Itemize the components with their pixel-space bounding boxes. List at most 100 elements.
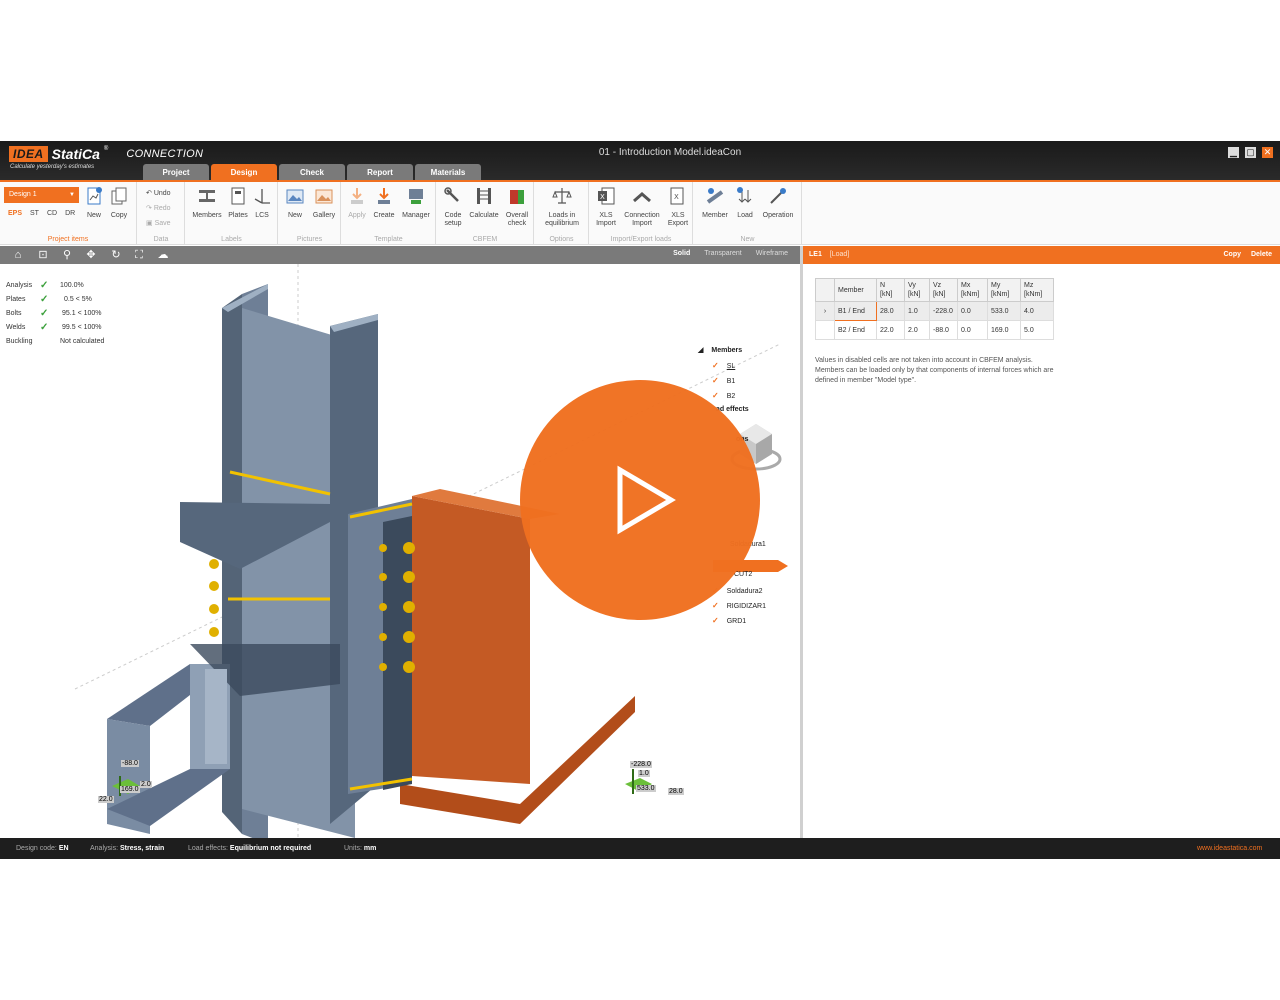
table-cell[interactable]: 4.0 — [1020, 301, 1054, 321]
row-expand-cell[interactable] — [815, 320, 835, 340]
overall-check-button[interactable]: Overall check — [503, 186, 531, 228]
video-play-button[interactable] — [520, 380, 760, 620]
column-header-vz: Vz — [933, 282, 942, 289]
redo-button[interactable]: ↷ Redo — [146, 204, 171, 212]
home-icon[interactable]: ⌂ — [12, 249, 24, 261]
new-load-button[interactable]: Load — [734, 186, 756, 220]
redo-icon: ↷ — [146, 205, 154, 212]
loads-equilibrium-label-1: Loads in — [548, 212, 576, 219]
status-value: EN — [58, 845, 69, 852]
connection-import-icon — [633, 192, 651, 203]
loads-in-equilibrium-button[interactable]: Loads in equilibrium — [538, 186, 586, 228]
table-cell[interactable]: 2.0 — [904, 320, 930, 340]
minimize-button[interactable]: ▁ — [1228, 147, 1239, 158]
table-cell[interactable]: 0.0 — [957, 301, 988, 321]
checkbox-checked-icon[interactable]: ✓ — [712, 361, 719, 370]
close-button[interactable]: ✕ — [1262, 147, 1273, 158]
design-select[interactable]: Design 1 ▼ — [4, 187, 79, 203]
xls-export-button[interactable]: X XLS Export — [665, 186, 691, 228]
ribbon-group-options: Loads in equilibrium Options — [535, 182, 589, 245]
copy-design-button[interactable]: Copy — [108, 186, 130, 220]
table-cell[interactable]: 22.0 — [876, 320, 905, 340]
table-row[interactable]: B2 / End 22.0 2.0 -88.0 0.0 169.0 5.0 — [815, 320, 1054, 340]
table-cell[interactable]: 169.0 — [987, 320, 1021, 340]
picture-new-icon — [286, 189, 304, 204]
svg-text:X: X — [600, 193, 605, 201]
view-modes: Solid Transparent Wireframe — [673, 250, 788, 257]
table-cell[interactable]: 1.0 — [904, 301, 930, 321]
table-row[interactable]: › B1 / End 28.0 1.0 -228.0 0.0 533.0 4.0 — [815, 301, 1054, 321]
result-row-welds: Welds ✓ 99.5 < 100% — [6, 320, 140, 334]
column-header-member: Member — [838, 286, 864, 294]
fit-view-icon[interactable]: ⛶ — [133, 249, 145, 261]
table-cell[interactable]: -88.0 — [929, 320, 958, 340]
pan-icon[interactable]: ✥ — [85, 249, 97, 261]
status-value: mm — [363, 845, 377, 852]
apply-template-button[interactable]: Apply — [345, 186, 369, 220]
phase-eps[interactable]: EPS — [8, 210, 22, 217]
plates-label-button[interactable]: Plates — [226, 186, 250, 220]
row-expand-icon[interactable]: › — [815, 301, 835, 321]
code-setup-button[interactable]: Code setup — [441, 186, 465, 228]
connection-import-button[interactable]: Connection Import — [620, 186, 664, 228]
status-design-code: Design code: EN — [16, 838, 69, 859]
rotate-icon[interactable]: ↻ — [110, 249, 122, 261]
force-label: 2.0 — [140, 781, 152, 788]
panel-delete-button[interactable]: Delete — [1251, 246, 1272, 264]
zoom-window-icon[interactable]: ⊡ — [37, 249, 49, 261]
website-link[interactable]: www.ideastatica.com — [1197, 838, 1262, 859]
members-label-button[interactable]: Members — [189, 186, 225, 220]
column-unit: [kNm] — [1024, 291, 1043, 298]
column-header-my: My — [991, 282, 1001, 289]
save-button[interactable]: ▣ Save — [146, 219, 171, 227]
bolt-group-b2[interactable] — [209, 559, 219, 637]
xls-import-label-2: Import — [596, 220, 616, 227]
table-cell[interactable]: 0.0 — [957, 320, 988, 340]
screenshot-icon[interactable]: ☁ — [157, 249, 169, 261]
new-picture-button[interactable]: New — [283, 186, 307, 220]
calculate-label: Calculate — [469, 212, 499, 219]
table-cell[interactable]: B1 / End — [834, 301, 877, 321]
status-value: Equilibrium not required — [229, 845, 312, 852]
create-template-button[interactable]: Create — [371, 186, 397, 220]
panel-copy-button[interactable]: Copy — [1224, 246, 1242, 264]
lcs-label-button[interactable]: LCS — [252, 186, 272, 220]
code-setup-label-1: Code — [444, 212, 462, 219]
new-operation-button[interactable]: Operation — [758, 186, 798, 220]
title-bar: IDEA StatiCa ® CONNECTION Calculate yest… — [0, 141, 1280, 182]
phase-dr[interactable]: DR — [65, 210, 75, 217]
xls-export-label-2: Export — [667, 220, 689, 227]
view-mode-solid[interactable]: Solid — [673, 250, 690, 257]
xls-import-button[interactable]: X XLS Import — [593, 186, 619, 228]
overall-check-icon — [510, 190, 524, 204]
design-select-value: Design 1 — [9, 191, 37, 198]
check-ok-icon: ✓ — [40, 321, 49, 333]
calculate-button[interactable]: Calculate — [467, 186, 501, 220]
table-cell[interactable]: 28.0 — [876, 301, 905, 321]
zoom-icon[interactable]: ⚲ — [61, 249, 73, 261]
xls-export-label-1: XLS — [671, 212, 685, 219]
tree-members-header[interactable]: ◢ Members — [698, 346, 742, 354]
new-member-button[interactable]: Member — [698, 186, 732, 220]
tree-member-sl[interactable]: ✓ SL — [712, 361, 735, 370]
table-cell[interactable]: -228.0 — [929, 301, 958, 321]
template-manager-button[interactable]: Manager — [399, 186, 433, 220]
new-design-label: New — [86, 212, 101, 219]
status-label: Load effects: — [188, 845, 228, 852]
new-design-button[interactable]: New — [83, 186, 105, 220]
view-mode-transparent[interactable]: Transparent — [704, 250, 741, 257]
undo-button[interactable]: ↶ Undo — [146, 189, 171, 197]
view-mode-wireframe[interactable]: Wireframe — [756, 250, 788, 257]
table-cell[interactable]: 5.0 — [1020, 320, 1054, 340]
table-cell[interactable]: B2 / End — [834, 320, 877, 340]
result-row-analysis: Analysis ✓ 100.0% — [6, 278, 140, 292]
force-label: -88.0 — [121, 760, 139, 767]
result-value: Not calculated — [60, 337, 105, 345]
connection-import-label-2: Import — [632, 220, 652, 227]
gallery-button[interactable]: Gallery — [310, 186, 338, 220]
phase-st[interactable]: ST — [30, 210, 39, 217]
table-cell[interactable]: 533.0 — [987, 301, 1021, 321]
phase-cd[interactable]: CD — [47, 210, 57, 217]
maximize-button[interactable]: ▢ — [1245, 147, 1256, 158]
panel-subtitle: [Load] — [829, 251, 850, 258]
